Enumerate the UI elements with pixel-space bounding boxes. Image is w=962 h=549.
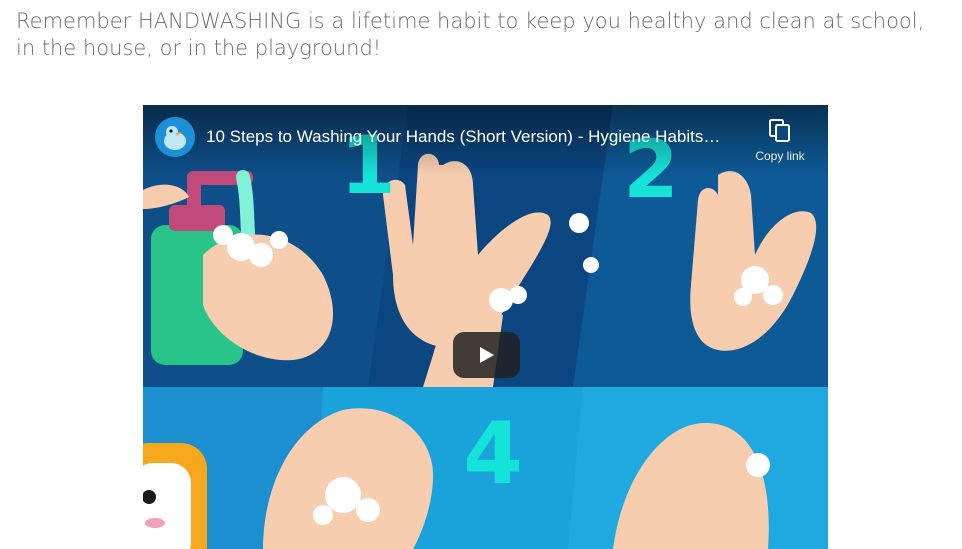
copy-link-button[interactable]: Copy link	[745, 117, 815, 167]
video-player[interactable]: 1 2 4 10 Steps to Washing Your Hands (Sh…	[143, 105, 828, 549]
video-title[interactable]: 10 Steps to Washing Your Hands (Short Ve…	[206, 127, 746, 147]
page: Remember HANDWASHING is a lifetime habit…	[0, 0, 962, 549]
play-icon	[480, 347, 494, 363]
intro-text: Remember HANDWASHING is a lifetime habit…	[16, 9, 925, 60]
copy-link-label: Copy link	[755, 149, 805, 163]
play-button[interactable]	[453, 332, 520, 378]
channel-avatar-icon[interactable]	[155, 117, 195, 157]
copy-icon	[769, 119, 790, 142]
